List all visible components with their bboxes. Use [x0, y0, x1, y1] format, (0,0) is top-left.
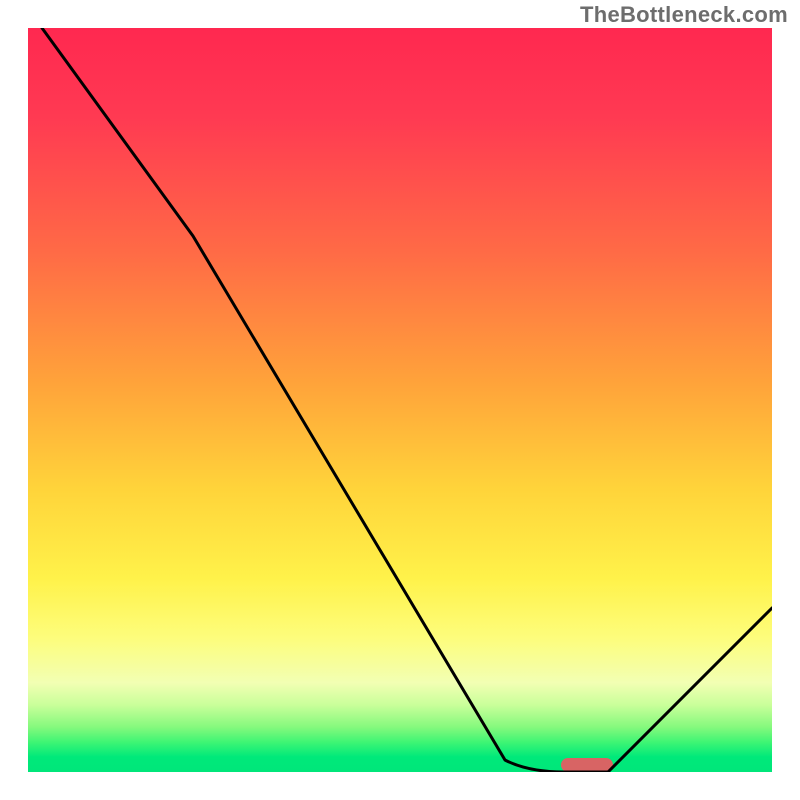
bottleneck-curve [28, 28, 772, 772]
chart-container: TheBottleneck.com [0, 0, 800, 800]
plot-area [28, 28, 772, 772]
curve-path [42, 28, 772, 772]
watermark-text: TheBottleneck.com [580, 2, 788, 28]
